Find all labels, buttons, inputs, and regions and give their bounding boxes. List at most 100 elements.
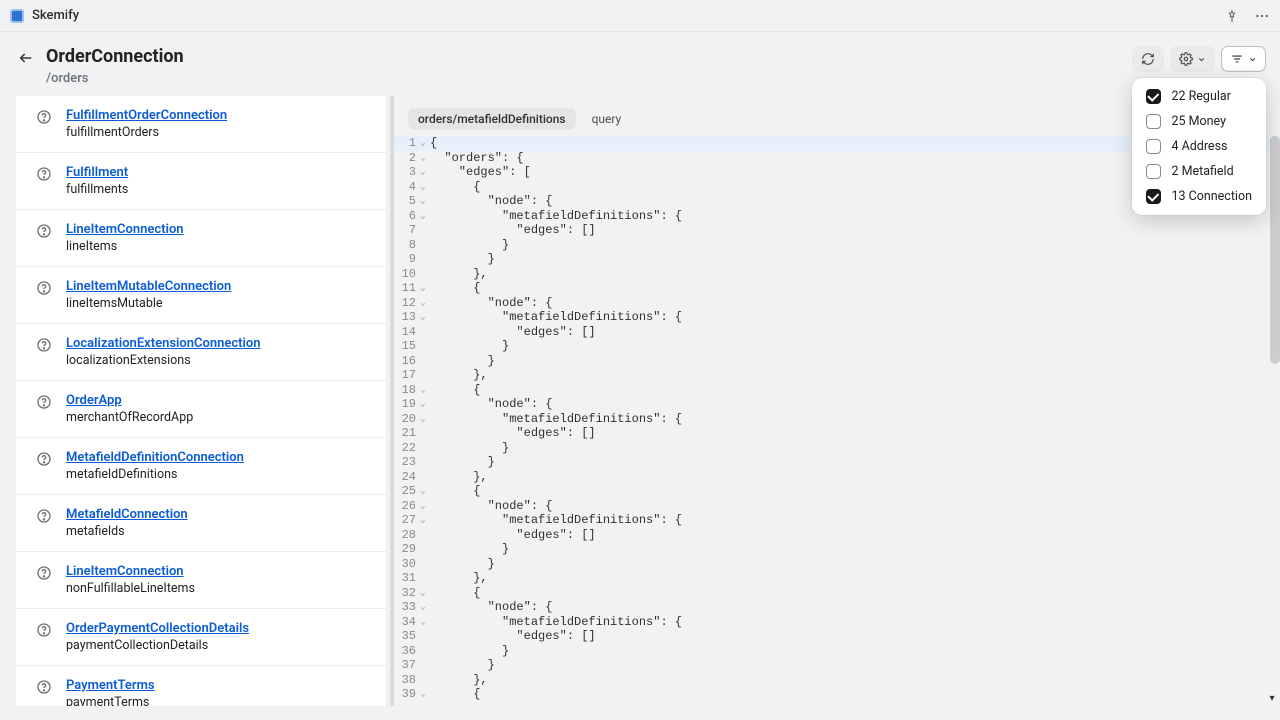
code-text: } — [428, 557, 495, 571]
code-line[interactable]: 27⌄ "metafieldDefinitions": { — [394, 513, 1280, 528]
code-line[interactable]: 32⌄ { — [394, 586, 1280, 601]
filter-option[interactable]: 25 Money — [1132, 109, 1266, 134]
code-line[interactable]: 31 }, — [394, 571, 1280, 586]
checkbox-icon[interactable] — [1146, 164, 1161, 179]
sidebar-item[interactable]: PaymentTermspaymentTerms — [16, 666, 386, 706]
code-line[interactable]: 34⌄ "metafieldDefinitions": { — [394, 615, 1280, 630]
sidebar-item-type[interactable]: FulfillmentOrderConnection — [66, 108, 227, 123]
sidebar-item[interactable]: OrderAppmerchantOfRecordApp — [16, 381, 386, 438]
checkbox-icon[interactable] — [1146, 139, 1161, 154]
sidebar-item[interactable]: LineItemConnectionlineItems — [16, 210, 386, 267]
sidebar-item[interactable]: FulfillmentOrderConnectionfulfillmentOrd… — [16, 96, 386, 153]
filter-option[interactable]: 22 Regular — [1132, 84, 1266, 109]
sidebar-item-type[interactable]: OrderPaymentCollectionDetails — [66, 621, 249, 636]
code-line[interactable]: 20⌄ "metafieldDefinitions": { — [394, 412, 1280, 427]
code-line[interactable]: 23 } — [394, 455, 1280, 470]
sidebar-item[interactable]: OrderPaymentCollectionDetailspaymentColl… — [16, 609, 386, 666]
fold-icon[interactable]: ⌄ — [418, 153, 428, 163]
code-line[interactable]: 10 }, — [394, 267, 1280, 282]
code-line[interactable]: 22 } — [394, 441, 1280, 456]
code-line[interactable]: 26⌄ "node": { — [394, 499, 1280, 514]
fold-icon[interactable]: ⌄ — [418, 515, 428, 525]
settings-button[interactable] — [1170, 46, 1215, 72]
fold-icon[interactable]: ⌄ — [418, 689, 428, 699]
line-number: 5 — [394, 194, 418, 208]
sidebar-item[interactable]: LocalizationExtensionConnectionlocalizat… — [16, 324, 386, 381]
pin-icon[interactable] — [1224, 8, 1240, 24]
code-line[interactable]: 29 } — [394, 542, 1280, 557]
sidebar-item[interactable]: MetafieldDefinitionConnectionmetafieldDe… — [16, 438, 386, 495]
fold-icon[interactable]: ⌄ — [418, 385, 428, 395]
sidebar-item[interactable]: Fulfillmentfulfillments — [16, 153, 386, 210]
fold-icon[interactable]: ⌄ — [418, 501, 428, 511]
fold-icon[interactable]: ⌄ — [418, 588, 428, 598]
code-line[interactable]: 37 } — [394, 658, 1280, 673]
checkbox-icon[interactable] — [1146, 89, 1161, 104]
sidebar-item-type[interactable]: LineItemMutableConnection — [66, 279, 231, 294]
back-button[interactable] — [18, 50, 34, 70]
sidebar-item[interactable]: LineItemMutableConnectionlineItemsMutabl… — [16, 267, 386, 324]
code-line[interactable]: 7 "edges": [] — [394, 223, 1280, 238]
code-line[interactable]: 18⌄ { — [394, 383, 1280, 398]
code-line[interactable]: 21 "edges": [] — [394, 426, 1280, 441]
checkbox-icon[interactable] — [1146, 189, 1161, 204]
sidebar-item-type[interactable]: LineItemConnection — [66, 564, 195, 579]
scroll-down-icon[interactable]: ▾ — [1265, 691, 1279, 705]
sidebar-item-type[interactable]: PaymentTerms — [66, 678, 155, 693]
code-line[interactable]: 36 } — [394, 644, 1280, 659]
code-line[interactable]: 14 "edges": [] — [394, 325, 1280, 340]
code-line[interactable]: 30 } — [394, 557, 1280, 572]
fold-icon[interactable]: ⌄ — [418, 602, 428, 612]
code-line[interactable]: 35 "edges": [] — [394, 629, 1280, 644]
code-line[interactable]: 24 }, — [394, 470, 1280, 485]
fold-icon[interactable]: ⌄ — [418, 312, 428, 322]
fold-icon[interactable]: ⌄ — [418, 138, 428, 148]
code-line[interactable]: 39⌄ { — [394, 687, 1280, 702]
sidebar-item-type[interactable]: MetafieldConnection — [66, 507, 188, 522]
filter-option[interactable]: 13 Connection — [1132, 184, 1266, 209]
type-sidebar[interactable]: FulfillmentOrderConnectionfulfillmentOrd… — [0, 96, 390, 706]
filter-option[interactable]: 2 Metafield — [1132, 159, 1266, 184]
fold-icon[interactable]: ⌄ — [418, 399, 428, 409]
sidebar-item-type[interactable]: OrderApp — [66, 393, 193, 408]
fold-icon[interactable]: ⌄ — [418, 211, 428, 221]
sidebar-item-type[interactable]: LocalizationExtensionConnection — [66, 336, 261, 351]
sidebar-item-type[interactable]: LineItemConnection — [66, 222, 184, 237]
line-number: 23 — [394, 455, 418, 469]
code-line[interactable]: 9 } — [394, 252, 1280, 267]
sidebar-item-type[interactable]: Fulfillment — [66, 165, 128, 180]
fold-icon[interactable]: ⌄ — [418, 298, 428, 308]
code-line[interactable]: 33⌄ "node": { — [394, 600, 1280, 615]
refresh-button[interactable] — [1132, 46, 1164, 72]
code-line[interactable]: 25⌄ { — [394, 484, 1280, 499]
fold-icon[interactable]: ⌄ — [418, 196, 428, 206]
fold-icon[interactable]: ⌄ — [418, 167, 428, 177]
fold-icon[interactable]: ⌄ — [418, 182, 428, 192]
tab-query[interactable]: query — [582, 108, 632, 130]
code-line[interactable]: 8 } — [394, 238, 1280, 253]
scrollbar-thumb[interactable] — [1270, 136, 1280, 364]
code-line[interactable]: 38 }, — [394, 673, 1280, 688]
more-icon[interactable] — [1254, 8, 1270, 24]
code-line[interactable]: 19⌄ "node": { — [394, 397, 1280, 412]
code-text: } — [428, 644, 509, 658]
fold-icon[interactable]: ⌄ — [418, 486, 428, 496]
code-line[interactable]: 17 }, — [394, 368, 1280, 383]
fold-icon[interactable]: ⌄ — [418, 283, 428, 293]
code-editor[interactable]: 1⌄{2⌄ "orders": {3⌄ "edges": [4⌄ {5⌄ "no… — [394, 136, 1280, 706]
code-line[interactable]: 28 "edges": [] — [394, 528, 1280, 543]
code-line[interactable]: 16 } — [394, 354, 1280, 369]
filter-button[interactable] — [1221, 46, 1266, 72]
code-line[interactable]: 13⌄ "metafieldDefinitions": { — [394, 310, 1280, 325]
code-line[interactable]: 15 } — [394, 339, 1280, 354]
fold-icon[interactable]: ⌄ — [418, 617, 428, 627]
checkbox-icon[interactable] — [1146, 114, 1161, 129]
fold-icon[interactable]: ⌄ — [418, 414, 428, 424]
tab-active[interactable]: orders/metafieldDefinitions — [408, 108, 576, 130]
code-line[interactable]: 11⌄ { — [394, 281, 1280, 296]
sidebar-item[interactable]: MetafieldConnectionmetafields — [16, 495, 386, 552]
sidebar-item[interactable]: LineItemConnectionnonFulfillableLineItem… — [16, 552, 386, 609]
filter-option[interactable]: 4 Address — [1132, 134, 1266, 159]
sidebar-item-type[interactable]: MetafieldDefinitionConnection — [66, 450, 244, 465]
code-line[interactable]: 12⌄ "node": { — [394, 296, 1280, 311]
